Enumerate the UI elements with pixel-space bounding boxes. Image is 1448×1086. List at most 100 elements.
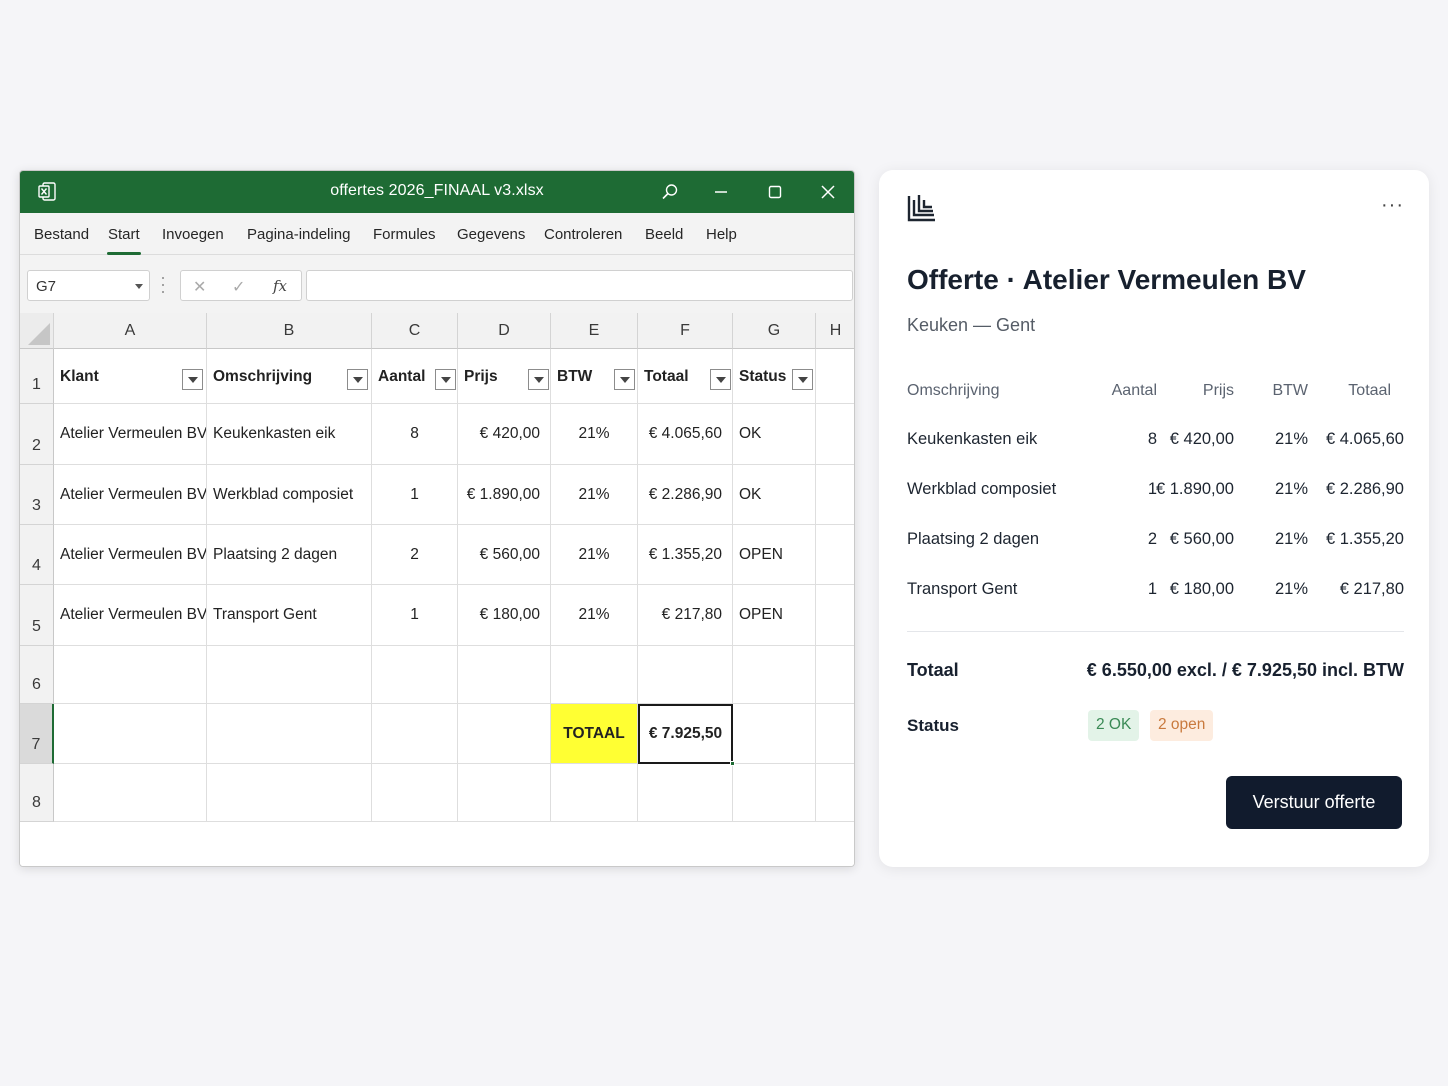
insert-function-icon[interactable]: fx xyxy=(273,277,287,295)
menu-formules[interactable]: Formules xyxy=(373,226,436,243)
cell[interactable] xyxy=(816,704,854,764)
cell[interactable] xyxy=(816,646,854,704)
filter-dropdown-klant[interactable] xyxy=(182,369,203,390)
cell[interactable] xyxy=(551,764,638,822)
data-cell-status[interactable]: OK xyxy=(733,404,816,465)
data-cell-omschrijving[interactable]: Keukenkasten eik xyxy=(207,404,372,465)
filter-dropdown-omschrijving[interactable] xyxy=(347,369,368,390)
data-cell-totaal[interactable]: € 217,80 xyxy=(638,585,733,646)
cell[interactable] xyxy=(207,704,372,764)
fill-handle[interactable] xyxy=(730,761,735,766)
cell[interactable] xyxy=(54,764,207,822)
data-cell-btw[interactable]: 21% xyxy=(551,525,638,585)
search-button[interactable] xyxy=(657,179,683,205)
data-cell-aantal[interactable]: 1 xyxy=(372,585,458,646)
data-cell-aantal[interactable]: 2 xyxy=(372,525,458,585)
menu-gegevens[interactable]: Gegevens xyxy=(457,226,525,243)
cell[interactable] xyxy=(458,764,551,822)
close-button[interactable] xyxy=(815,179,841,205)
data-cell-status[interactable]: OPEN xyxy=(733,585,816,646)
filter-dropdown-btw[interactable] xyxy=(614,369,635,390)
cell[interactable] xyxy=(207,764,372,822)
maximize-button[interactable] xyxy=(762,179,788,205)
cell[interactable] xyxy=(816,585,854,646)
data-cell-klant[interactable]: Atelier Vermeulen BV xyxy=(54,525,207,585)
row-header-4[interactable]: 4 xyxy=(20,525,54,585)
filter-dropdown-prijs[interactable] xyxy=(528,369,549,390)
data-cell-omschrijving[interactable]: Werkblad composiet xyxy=(207,465,372,525)
cell[interactable] xyxy=(372,646,458,704)
select-all-corner[interactable] xyxy=(20,313,54,349)
row-header-6[interactable]: 6 xyxy=(20,646,54,704)
cell[interactable] xyxy=(638,764,733,822)
total-value-cell[interactable]: € 7.925,50 xyxy=(638,704,733,764)
data-cell-totaal[interactable]: € 2.286,90 xyxy=(638,465,733,525)
menu-pagina-indeling[interactable]: Pagina-indeling xyxy=(247,226,350,243)
data-cell-aantal[interactable]: 1 xyxy=(372,465,458,525)
column-header-a[interactable]: A xyxy=(54,313,207,349)
send-quote-button[interactable]: Verstuur offerte xyxy=(1226,776,1402,829)
cell[interactable] xyxy=(816,349,854,404)
row-header-2[interactable]: 2 xyxy=(20,404,54,465)
formula-input[interactable] xyxy=(306,270,853,301)
cell[interactable] xyxy=(733,764,816,822)
cell[interactable] xyxy=(458,704,551,764)
data-cell-status[interactable]: OK xyxy=(733,465,816,525)
column-header-e[interactable]: E xyxy=(551,313,638,349)
row-header-8[interactable]: 8 xyxy=(20,764,54,822)
column-header-g[interactable]: G xyxy=(733,313,816,349)
data-cell-klant[interactable]: Atelier Vermeulen BV xyxy=(54,404,207,465)
data-cell-aantal[interactable]: 8 xyxy=(372,404,458,465)
cell[interactable] xyxy=(816,465,854,525)
menu-help[interactable]: Help xyxy=(706,226,737,243)
data-cell-omschrijving[interactable]: Plaatsing 2 dagen xyxy=(207,525,372,585)
formula-bar-grip-icon[interactable] xyxy=(161,277,165,293)
filter-dropdown-aantal[interactable] xyxy=(435,369,456,390)
data-cell-prijs[interactable]: € 180,00 xyxy=(458,585,551,646)
total-label-cell[interactable]: TOTAAL xyxy=(551,704,638,764)
cell[interactable] xyxy=(551,646,638,704)
column-header-b[interactable]: B xyxy=(207,313,372,349)
column-header-f[interactable]: F xyxy=(638,313,733,349)
row-header-7[interactable]: 7 xyxy=(20,704,54,764)
name-box[interactable]: G7 xyxy=(27,270,150,301)
cell[interactable] xyxy=(458,646,551,704)
cell[interactable] xyxy=(733,704,816,764)
cell[interactable] xyxy=(54,704,207,764)
data-cell-prijs[interactable]: € 420,00 xyxy=(458,404,551,465)
data-cell-klant[interactable]: Atelier Vermeulen BV xyxy=(54,465,207,525)
cell[interactable] xyxy=(816,525,854,585)
data-cell-status[interactable]: OPEN xyxy=(733,525,816,585)
cell[interactable] xyxy=(733,646,816,704)
filter-dropdown-status[interactable] xyxy=(792,369,813,390)
data-cell-btw[interactable]: 21% xyxy=(551,465,638,525)
cell[interactable] xyxy=(816,404,854,465)
data-cell-totaal[interactable]: € 4.065,60 xyxy=(638,404,733,465)
column-header-d[interactable]: D xyxy=(458,313,551,349)
column-header-c[interactable]: C xyxy=(372,313,458,349)
menu-bestand[interactable]: Bestand xyxy=(34,226,89,243)
menu-beeld[interactable]: Beeld xyxy=(645,226,683,243)
row-header-5[interactable]: 5 xyxy=(20,585,54,646)
data-cell-btw[interactable]: 21% xyxy=(551,404,638,465)
cell[interactable] xyxy=(816,764,854,822)
check-icon[interactable]: ✓ xyxy=(232,277,245,297)
column-header-h[interactable]: H xyxy=(816,313,854,349)
data-cell-klant[interactable]: Atelier Vermeulen BV xyxy=(54,585,207,646)
row-header-3[interactable]: 3 xyxy=(20,465,54,525)
cell[interactable] xyxy=(372,704,458,764)
data-cell-prijs[interactable]: € 560,00 xyxy=(458,525,551,585)
cell[interactable] xyxy=(54,646,207,704)
data-cell-omschrijving[interactable]: Transport Gent xyxy=(207,585,372,646)
filter-dropdown-totaal[interactable] xyxy=(710,369,731,390)
minimize-button[interactable] xyxy=(708,179,734,205)
menu-start[interactable]: Start xyxy=(107,226,141,255)
menu-invoegen[interactable]: Invoegen xyxy=(162,226,224,243)
cancel-icon[interactable]: ✕ xyxy=(193,277,206,297)
cell[interactable] xyxy=(207,646,372,704)
data-cell-totaal[interactable]: € 1.355,20 xyxy=(638,525,733,585)
more-options-icon[interactable]: ··· xyxy=(1381,194,1404,217)
data-cell-btw[interactable]: 21% xyxy=(551,585,638,646)
row-header-1[interactable]: 1 xyxy=(20,349,54,404)
menu-controleren[interactable]: Controleren xyxy=(544,226,622,243)
